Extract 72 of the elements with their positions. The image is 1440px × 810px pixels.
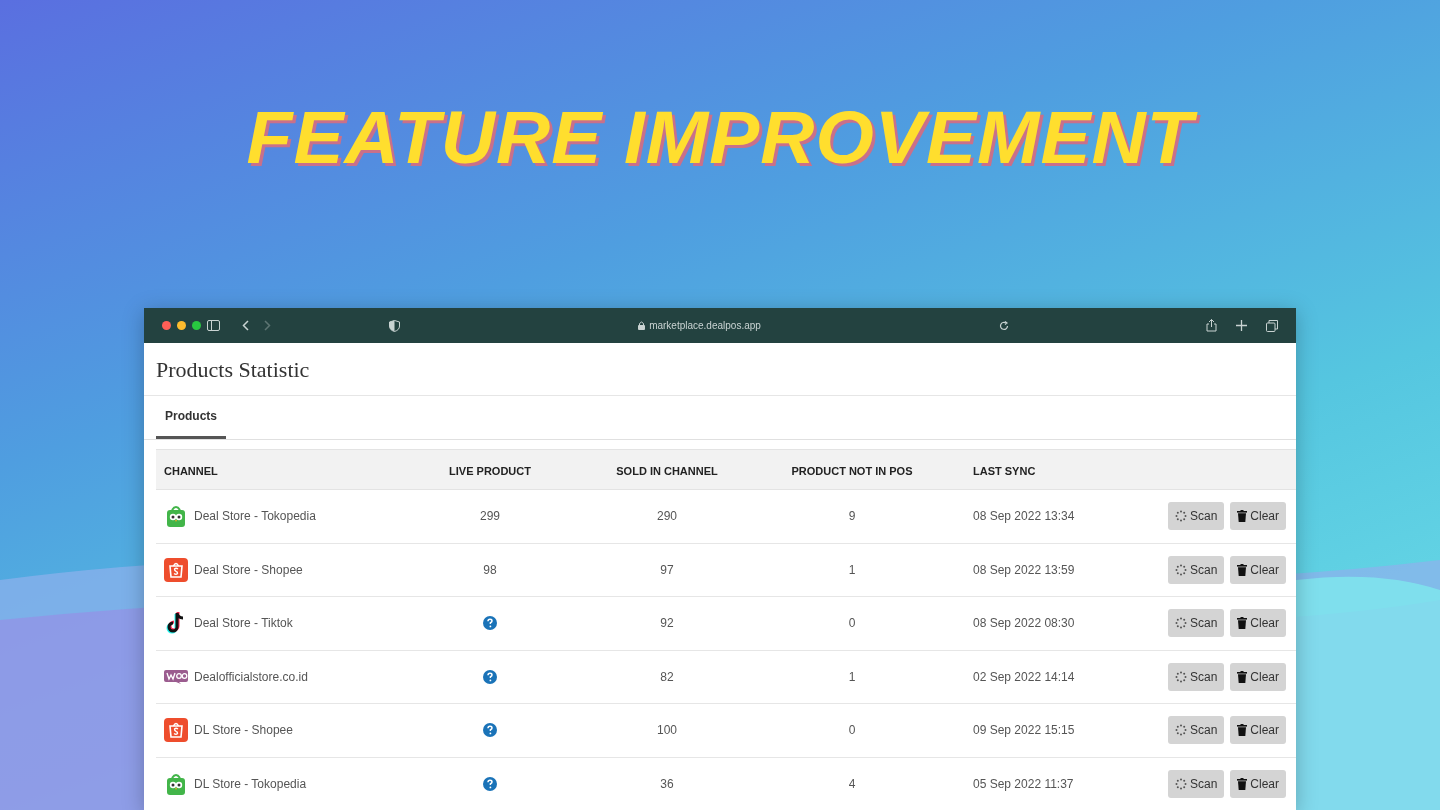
trash-icon xyxy=(1237,670,1248,683)
channel-name: Deal Store - Shopee xyxy=(194,561,303,579)
table-cell-text: 98 xyxy=(483,561,497,579)
table-cell-text: 299 xyxy=(480,508,500,526)
tabs-overview-icon[interactable] xyxy=(1266,319,1278,332)
table-cell-text: 9 xyxy=(848,508,856,526)
loading-dots-icon xyxy=(1174,510,1187,523)
speech-bubble-logo-icon xyxy=(164,669,188,684)
scan-button[interactable]: Scan xyxy=(1167,502,1225,531)
loading-dots-icon xyxy=(1174,777,1187,790)
table-cell-text: 290 xyxy=(657,508,677,526)
clear-button[interactable]: Clear xyxy=(1230,555,1286,584)
tab[interactable]: Products xyxy=(156,395,226,439)
shopping-bag-owl-icon xyxy=(164,771,188,796)
table-cell-text: 36 xyxy=(660,775,674,793)
loading-dots-icon xyxy=(1174,724,1187,737)
table-cell-text: 97 xyxy=(660,561,674,579)
channel-name: Dealofficialstore.co.id xyxy=(194,668,308,686)
trash-icon xyxy=(1237,777,1248,790)
scan-button[interactable]: Scan xyxy=(1167,609,1225,638)
scan-button[interactable]: Scan xyxy=(1167,769,1225,798)
loading-dots-icon xyxy=(1174,563,1187,576)
table-cell-text: 0 xyxy=(848,722,856,740)
channel-name: DL Store - Shopee xyxy=(194,722,293,740)
headline: FEATURE IMPROVEMENT xyxy=(222,82,1218,192)
shopping-bag-icon xyxy=(164,557,188,582)
table-cell: 09 Sep 2022 15:15 xyxy=(973,723,1075,738)
clear-button[interactable]: Clear xyxy=(1230,502,1286,531)
clear-button[interactable]: Clear xyxy=(1230,609,1286,638)
table-cell-text: 1 xyxy=(848,668,856,686)
shopping-bag-icon xyxy=(164,718,188,743)
trash-icon xyxy=(1237,510,1248,523)
table-cell: 02 Sep 2022 14:14 xyxy=(973,669,1075,684)
scan-button[interactable]: Scan xyxy=(1167,662,1225,691)
lock-icon xyxy=(638,321,646,330)
channel-name: Deal Store - Tokopedia xyxy=(194,508,316,526)
scan-button[interactable]: Scan xyxy=(1167,555,1225,584)
trash-icon xyxy=(1237,563,1248,576)
trash-icon xyxy=(1237,724,1248,737)
channel-name: DL Store - Tokopedia xyxy=(194,775,307,793)
page-title: Products Statistic xyxy=(156,355,310,384)
column-header: SOLD IN CHANNEL xyxy=(616,464,718,477)
sidebar-icon[interactable] xyxy=(207,320,220,331)
clear-button[interactable]: Clear xyxy=(1230,662,1286,691)
table-cell: 08 Sep 2022 08:30 xyxy=(973,616,1075,631)
table-cell: 08 Sep 2022 13:34 xyxy=(973,509,1075,524)
column-header: CHANNEL xyxy=(164,464,218,477)
shopping-bag-owl-icon xyxy=(164,504,188,529)
address-bar-url[interactable]: marketplace.dealpos.app xyxy=(649,318,761,333)
scan-button[interactable]: Scan xyxy=(1167,716,1225,745)
table-cell: 08 Sep 2022 13:59 xyxy=(973,562,1075,577)
table-cell-text: 100 xyxy=(657,722,677,740)
new-tab-icon[interactable] xyxy=(1236,320,1247,331)
table-cell-text: 0 xyxy=(848,615,856,633)
table-cell-text: 82 xyxy=(660,668,674,686)
shield-icon[interactable] xyxy=(389,319,400,332)
clear-button[interactable]: Clear xyxy=(1230,716,1286,745)
clear-button[interactable]: Clear xyxy=(1230,769,1286,798)
column-header: LIVE PRODUCT xyxy=(449,464,531,477)
back-icon[interactable] xyxy=(242,320,249,331)
trash-icon xyxy=(1237,617,1248,630)
reload-icon[interactable] xyxy=(999,320,1009,331)
table-cell: 05 Sep 2022 11:37 xyxy=(973,776,1074,791)
column-header: PRODUCT NOT IN POS xyxy=(791,464,913,477)
table-cell-text: 92 xyxy=(660,615,674,633)
table-cell-text: 1 xyxy=(848,561,856,579)
loading-dots-icon xyxy=(1174,670,1187,683)
channel-name: Deal Store - Tiktok xyxy=(194,615,293,633)
table-cell-text: 4 xyxy=(848,775,856,793)
column-header: LAST SYNC xyxy=(973,464,1036,477)
share-icon[interactable] xyxy=(1206,319,1217,332)
loading-dots-icon xyxy=(1174,617,1187,630)
